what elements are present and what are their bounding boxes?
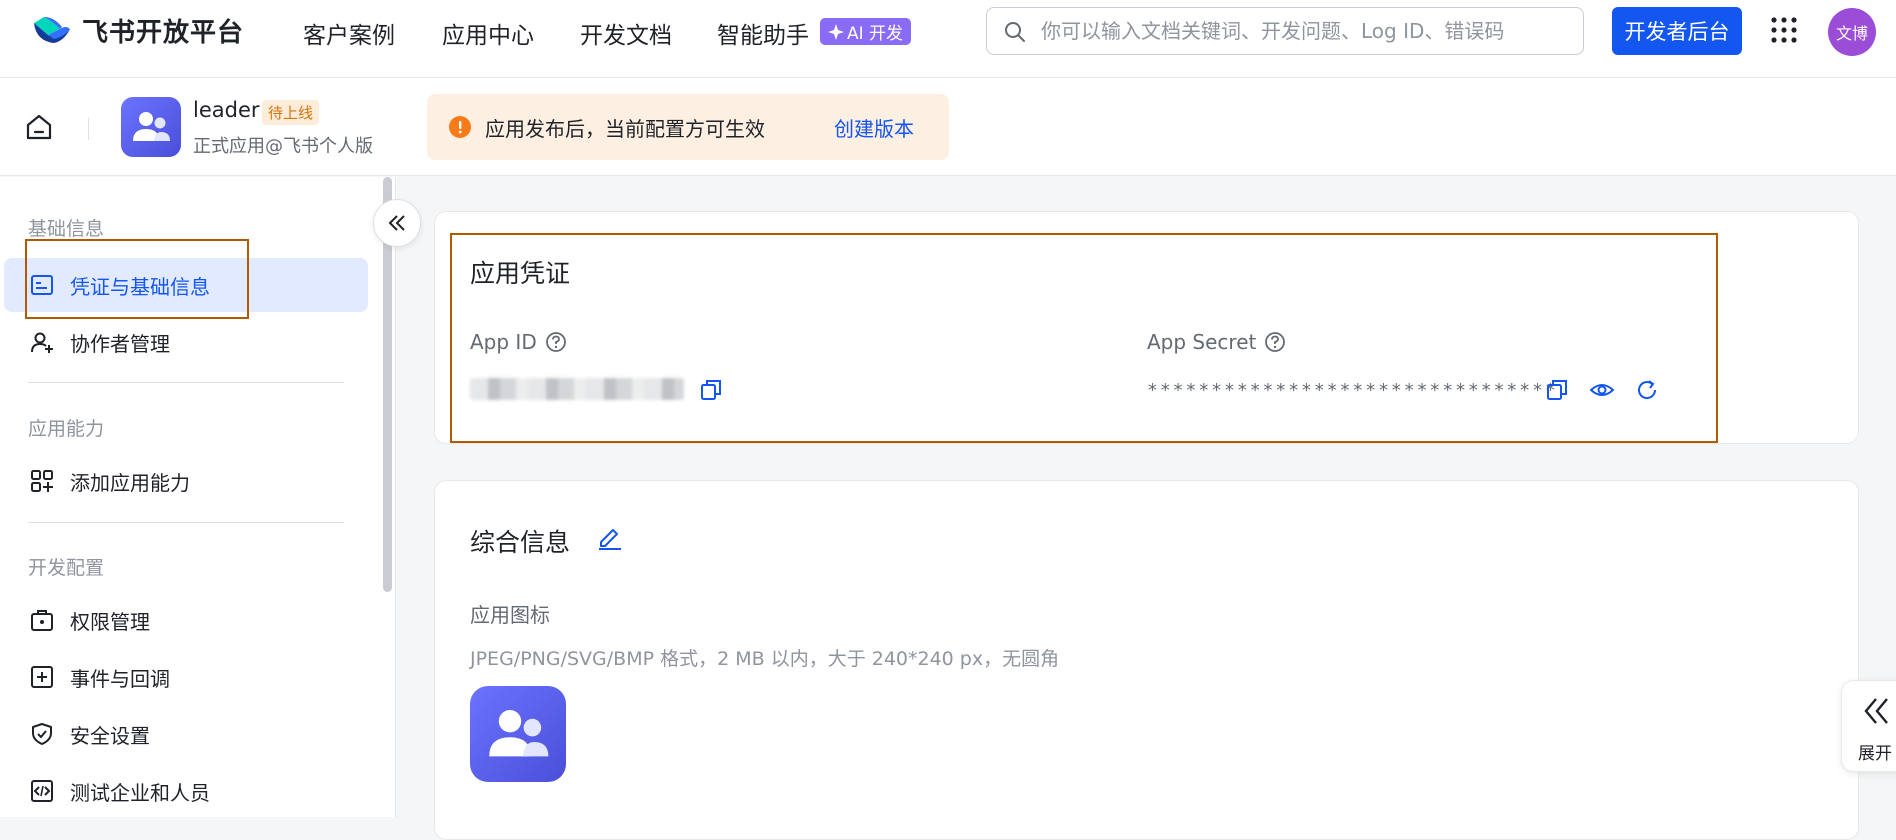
home-icon[interactable] xyxy=(24,112,54,142)
help-icon[interactable] xyxy=(545,331,567,353)
app-header: leader 待上线 正式应用@飞书个人版 应用发布后，当前配置方可生效 创建版… xyxy=(0,78,1896,176)
eye-icon[interactable] xyxy=(1590,378,1614,402)
collapse-sidebar-button[interactable] xyxy=(373,199,421,247)
status-badge: 待上线 xyxy=(262,100,320,125)
ai-dev-badge[interactable]: AI 开发 xyxy=(820,18,912,45)
sidebar-item-permissions[interactable]: 权限管理 xyxy=(4,593,368,647)
user-avatar[interactable]: 文博 xyxy=(1828,8,1876,56)
sidebar: 基础信息 凭证与基础信息 协作者管理 应用能力 添加应用能力 开发配置 权限管理… xyxy=(0,177,396,817)
app-id-value-redacted xyxy=(470,378,684,400)
sidebar-item-label: 事件与回调 xyxy=(70,667,170,691)
ai-badge-label: AI 开发 xyxy=(847,24,904,44)
app-name: leader xyxy=(193,98,260,122)
app-secret-value: ******************************** xyxy=(1147,380,1558,401)
nav-dev-docs[interactable]: 开发文档 xyxy=(580,16,672,50)
double-chevron-left-icon xyxy=(1864,698,1888,724)
code-icon xyxy=(31,780,53,802)
publish-notice: 应用发布后，当前配置方可生效 创建版本 xyxy=(427,94,949,160)
developer-console-button[interactable]: 开发者后台 xyxy=(1612,7,1742,55)
apps-grid-icon[interactable] xyxy=(1770,16,1798,44)
nav-customer-cases[interactable]: 客户案例 xyxy=(303,16,395,50)
double-chevron-left-icon xyxy=(388,215,405,231)
sidebar-item-collaborators[interactable]: 协作者管理 xyxy=(4,315,368,369)
event-icon xyxy=(31,666,53,688)
sidebar-item-label: 测试企业和人员 xyxy=(70,781,210,805)
copy-icon[interactable] xyxy=(699,378,723,402)
brand-name: 飞书开放平台 xyxy=(82,18,245,48)
warning-icon xyxy=(449,116,471,138)
app-avatar xyxy=(121,97,181,157)
search-input[interactable] xyxy=(1039,16,1569,46)
nav-smart-assistant[interactable]: 智能助手 xyxy=(717,16,809,50)
sparkle-icon xyxy=(828,23,844,40)
divider xyxy=(88,118,89,140)
refresh-icon[interactable] xyxy=(1635,378,1659,402)
app-id-label-text: App ID xyxy=(470,330,537,354)
help-icon[interactable] xyxy=(1264,331,1286,353)
nav-app-center[interactable]: 应用中心 xyxy=(442,16,534,50)
app-icon-upload[interactable] xyxy=(470,686,566,782)
credentials-card: 应用凭证 App ID App Secret *****************… xyxy=(434,211,1859,444)
briefcase-lock-icon xyxy=(31,610,53,631)
section-app-capabilities: 应用能力 xyxy=(28,418,105,440)
app-secret-label-text: App Secret xyxy=(1147,330,1257,354)
sidebar-item-label: 权限管理 xyxy=(70,610,150,634)
expand-panel-button[interactable]: 展开 xyxy=(1841,680,1896,772)
sidebar-item-label: 安全设置 xyxy=(70,724,150,748)
create-version-link[interactable]: 创建版本 xyxy=(834,113,914,142)
credentials-title: 应用凭证 xyxy=(470,259,571,288)
app-secret-label: App Secret xyxy=(1147,330,1286,354)
sidebar-item-credentials[interactable]: 凭证与基础信息 xyxy=(4,258,368,312)
general-info-title: 综合信息 xyxy=(470,528,571,557)
sidebar-item-security[interactable]: 安全设置 xyxy=(4,707,368,761)
app-icon-hint: JPEG/PNG/SVG/BMP 格式，2 MB 以内，大于 240*240 p… xyxy=(470,648,1060,670)
top-nav: 飞书开放平台 客户案例 应用中心 开发文档 智能助手 AI 开发 开发者后台 文… xyxy=(0,0,1896,78)
sidebar-item-label: 协作者管理 xyxy=(70,332,170,356)
sidebar-item-add-capability[interactable]: 添加应用能力 xyxy=(4,454,368,508)
divider xyxy=(28,522,344,523)
search-icon xyxy=(1005,22,1025,42)
edit-icon[interactable] xyxy=(597,524,623,550)
sidebar-item-test-org[interactable]: 测试企业和人员 xyxy=(4,764,368,818)
id-card-icon xyxy=(31,275,53,295)
divider xyxy=(28,382,344,383)
sidebar-item-events[interactable]: 事件与回调 xyxy=(4,650,368,704)
shield-icon xyxy=(32,723,52,745)
general-info-card: 综合信息 应用图标 JPEG/PNG/SVG/BMP 格式，2 MB 以内，大于… xyxy=(434,480,1859,840)
brand-logo[interactable]: 飞书开放平台 xyxy=(30,12,244,49)
section-basic-info: 基础信息 xyxy=(28,218,105,240)
search-box[interactable] xyxy=(986,7,1584,55)
sidebar-item-label: 添加应用能力 xyxy=(70,471,190,495)
section-dev-config: 开发配置 xyxy=(28,557,105,579)
users-icon xyxy=(470,686,566,782)
app-id-label: App ID xyxy=(470,330,567,354)
users-icon xyxy=(121,97,181,157)
notice-text: 应用发布后，当前配置方可生效 xyxy=(485,117,765,141)
add-apps-icon xyxy=(31,470,53,492)
add-user-icon xyxy=(31,332,53,353)
copy-icon[interactable] xyxy=(1545,378,1569,402)
app-icon-label: 应用图标 xyxy=(470,603,550,627)
sidebar-item-label: 凭证与基础信息 xyxy=(70,275,210,299)
app-subtitle: 正式应用@飞书个人版 xyxy=(193,136,373,157)
expand-label: 展开 xyxy=(1858,744,1892,764)
feishu-logo-icon xyxy=(34,16,70,43)
